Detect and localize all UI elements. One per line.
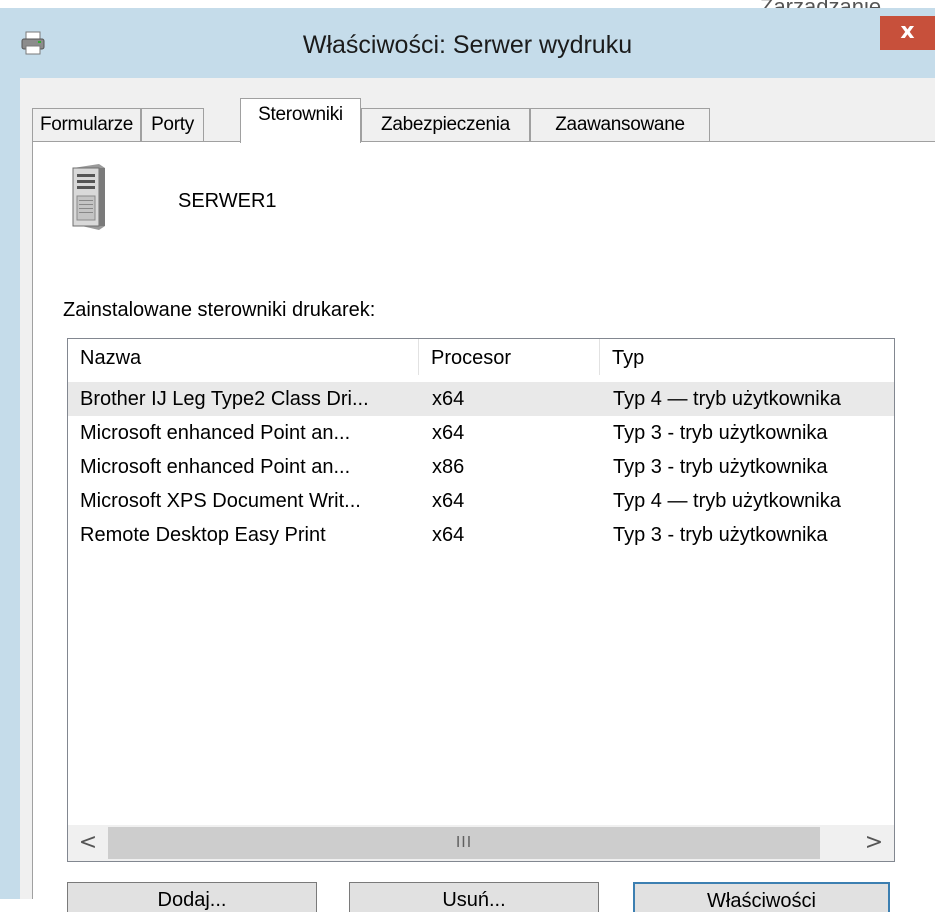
window-title: Właściwości: Serwer wydruku [302,31,633,59]
list-header: Nazwa Procesor Typ [68,339,894,375]
driver-processor: x64 [432,422,465,444]
dialog-client-area: Formularze Porty Sterowniki Zabezpieczen… [20,78,935,912]
driver-name: Microsoft enhanced Point an... [80,456,351,478]
installed-drivers-label: Zainstalowane sterowniki drukarek: [63,299,376,321]
driver-type: Typ 4 — tryb użytkownika [613,490,841,512]
table-row[interactable]: Microsoft XPS Document Writ... x64 Typ 4… [68,484,894,518]
properties-button[interactable]: Właściwości [633,882,890,912]
column-header-nazwa[interactable]: Nazwa [68,339,418,375]
title-bar[interactable]: Właściwości: Serwer wydruku x [0,8,935,78]
driver-processor: x64 [432,388,465,410]
driver-name: Remote Desktop Easy Print [80,524,326,546]
add-button[interactable]: Dodaj... [67,882,317,912]
server-name: SERWER1 [178,190,277,212]
driver-type: Typ 3 - tryb użytkownika [613,524,828,546]
driver-type: Typ 4 — tryb użytkownika [613,388,841,410]
tab-zaawansowane[interactable]: Zaawansowane [530,108,710,142]
tab-sterowniki[interactable]: Sterowniki [240,98,361,143]
server-icon [72,164,105,230]
column-header-procesor[interactable]: Procesor [419,339,599,375]
remove-button[interactable]: Usuń... [349,882,599,912]
driver-name: Brother IJ Leg Type2 Class Dri... [80,388,369,410]
driver-name: Microsoft XPS Document Writ... [80,490,361,512]
driver-processor: x64 [432,490,465,512]
driver-type: Typ 3 - tryb użytkownika [613,422,828,444]
scroll-left-button[interactable]: < [70,827,106,859]
tab-porty[interactable]: Porty [141,108,204,142]
scroll-right-button[interactable]: > [856,827,892,859]
driver-type: Typ 3 - tryb użytkownika [613,456,828,478]
drivers-list[interactable]: Nazwa Procesor Typ Brother IJ Leg Type2 … [67,338,895,862]
horizontal-scrollbar[interactable]: < III > [68,825,894,861]
scrollbar-thumb[interactable]: III [108,827,820,859]
scrollbar-grip: III [455,834,473,851]
table-row[interactable]: Microsoft enhanced Point an... x64 Typ 3… [68,416,894,450]
table-row[interactable]: Remote Desktop Easy Print x64 Typ 3 - tr… [68,518,894,552]
print-server-properties-dialog: Właściwości: Serwer wydruku x Formularze… [0,8,935,912]
tab-formularze[interactable]: Formularze [32,108,141,142]
table-row[interactable]: Microsoft enhanced Point an... x86 Typ 3… [68,450,894,484]
close-button[interactable]: x [880,16,935,50]
driver-processor: x64 [432,524,465,546]
tab-strip: Formularze Porty Sterowniki Zabezpieczen… [32,98,935,143]
tab-zabezpieczenia[interactable]: Zabezpieczenia [361,108,530,142]
driver-processor: x86 [432,456,465,478]
table-row[interactable]: Brother IJ Leg Type2 Class Dri... x64 Ty… [68,382,894,416]
drivers-tab-panel: SERWER1 Zainstalowane sterowniki drukare… [32,141,935,899]
column-header-typ[interactable]: Typ [600,339,894,375]
driver-name: Microsoft enhanced Point an... [80,422,351,444]
